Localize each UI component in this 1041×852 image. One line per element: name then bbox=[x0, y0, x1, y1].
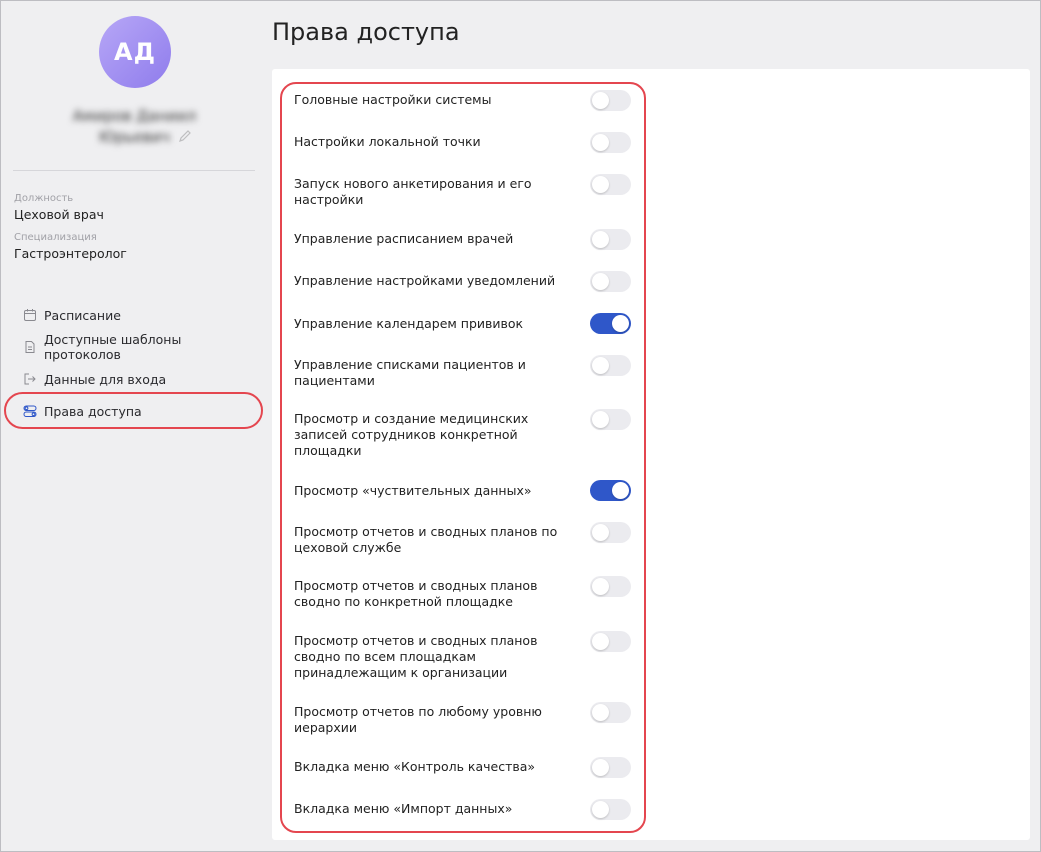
nav-item-protocol-templates[interactable]: Доступные шаблоны протоколов bbox=[23, 332, 257, 362]
nav-item-label: Расписание bbox=[44, 307, 121, 323]
avatar: АД bbox=[99, 16, 171, 88]
app-window: АД Амиров Даниил Юрьевич Должность Цехов… bbox=[0, 0, 1041, 852]
permissions-highlight-outline bbox=[280, 82, 646, 833]
document-icon bbox=[23, 340, 37, 354]
user-name: Амиров Даниил Юрьевич bbox=[72, 107, 197, 146]
calendar-icon bbox=[23, 308, 37, 322]
nav-item-label: Данные для входа bbox=[44, 371, 167, 387]
login-icon bbox=[23, 372, 37, 386]
specialization-label: Специализация bbox=[14, 232, 97, 243]
nav-item-label: Доступные шаблоны протоколов bbox=[44, 332, 182, 362]
pencil-icon[interactable] bbox=[178, 128, 192, 142]
position-label: Должность bbox=[14, 193, 74, 204]
specialization-value: Гастроэнтеролог bbox=[14, 246, 127, 261]
nav-item-schedule[interactable]: Расписание bbox=[23, 304, 121, 326]
nav-highlight-outline bbox=[4, 392, 263, 429]
nav-item-login-data[interactable]: Данные для входа bbox=[23, 368, 166, 390]
page-title: Права доступа bbox=[272, 18, 460, 46]
divider bbox=[13, 170, 255, 171]
position-value: Цеховой врач bbox=[14, 207, 104, 222]
